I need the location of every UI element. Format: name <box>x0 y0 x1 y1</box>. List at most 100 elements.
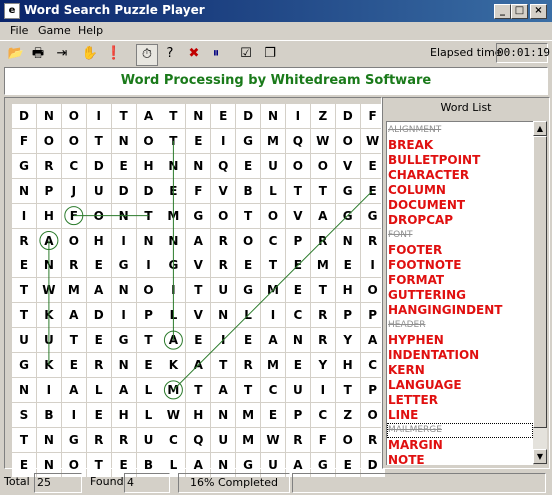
grid-cell[interactable]: B <box>236 178 261 203</box>
grid-cell[interactable]: T <box>285 178 310 203</box>
grid-cell[interactable]: E <box>12 253 36 278</box>
grid-cell[interactable]: N <box>186 104 211 128</box>
word-list-item[interactable]: DOCUMENT <box>387 198 533 213</box>
exit-button[interactable]: ⇥ <box>52 44 72 64</box>
grid-cell[interactable]: A <box>261 328 285 353</box>
grid-cell[interactable]: T <box>186 278 211 303</box>
grid-cell[interactable]: R <box>360 228 385 253</box>
grid-cell[interactable]: T <box>310 278 335 303</box>
grid-cell[interactable]: M <box>261 278 285 303</box>
grid-cell[interactable]: I <box>36 377 61 402</box>
grid-cell[interactable]: N <box>36 427 61 452</box>
grid-cell[interactable]: E <box>360 153 385 178</box>
window-button[interactable]: ❐ <box>260 44 280 64</box>
grid-cell[interactable]: R <box>86 427 111 452</box>
grid-cell[interactable]: N <box>12 178 36 203</box>
grid-cell[interactable]: I <box>12 203 36 228</box>
pause-button[interactable]: ⏸ <box>206 44 226 64</box>
grid-cell[interactable]: F <box>61 203 86 228</box>
grid-cell[interactable]: G <box>236 278 261 303</box>
menu-file[interactable]: File <box>10 24 28 37</box>
word-list-item[interactable]: ALIGNMENT <box>387 123 533 138</box>
minimize-button[interactable]: _ <box>494 4 511 19</box>
close-button[interactable]: × <box>530 4 547 19</box>
grid-cell[interactable]: A <box>136 104 161 128</box>
word-list-item[interactable]: BREAK <box>387 138 533 153</box>
grid-cell[interactable]: U <box>12 328 36 353</box>
word-list-item[interactable]: HEADER <box>387 318 533 333</box>
word-list-item[interactable]: INDENTATION <box>387 348 533 363</box>
grid-cell[interactable]: R <box>310 228 335 253</box>
grid-cell[interactable]: C <box>310 402 335 427</box>
grid-cell[interactable]: I <box>161 278 186 303</box>
grid-cell[interactable]: A <box>61 377 86 402</box>
grid-cell[interactable]: E <box>186 128 211 153</box>
grid-cell[interactable]: R <box>61 253 86 278</box>
grid-cell[interactable]: I <box>310 377 335 402</box>
grid-cell[interactable]: T <box>136 203 161 228</box>
timer-button[interactable]: ⏱ <box>136 44 158 66</box>
grid-cell[interactable]: S <box>12 402 36 427</box>
grid-cell[interactable]: O <box>61 128 86 153</box>
grid-cell[interactable]: M <box>261 128 285 153</box>
grid-cell[interactable]: K <box>161 353 186 377</box>
grid-cell[interactable]: H <box>335 278 360 303</box>
grid-cell[interactable]: T <box>12 303 36 328</box>
grid-cell[interactable]: T <box>335 377 360 402</box>
grid-cell[interactable]: V <box>186 303 211 328</box>
grid-cell[interactable]: T <box>261 253 285 278</box>
grid-cell[interactable]: E <box>285 253 310 278</box>
grid-cell[interactable]: E <box>86 402 111 427</box>
grid-cell[interactable]: I <box>61 402 86 427</box>
grid-cell[interactable]: W <box>310 128 335 153</box>
grid-cell[interactable]: I <box>86 104 111 128</box>
grid-cell[interactable]: O <box>36 128 61 153</box>
grid-cell[interactable]: D <box>136 178 161 203</box>
grid-cell[interactable]: A <box>310 203 335 228</box>
grid-cell[interactable]: P <box>285 228 310 253</box>
grid-cell[interactable]: P <box>360 303 385 328</box>
word-list-item[interactable]: FONT <box>387 228 533 243</box>
grid-cell[interactable]: R <box>211 253 236 278</box>
grid-cell[interactable]: H <box>86 228 111 253</box>
grid-cell[interactable]: E <box>285 353 310 377</box>
grid-cell[interactable]: E <box>285 278 310 303</box>
word-list-item[interactable]: COLUMN <box>387 183 533 198</box>
grid-cell[interactable]: G <box>236 128 261 153</box>
menu-help[interactable]: Help <box>78 24 103 37</box>
grid-cell[interactable]: U <box>261 153 285 178</box>
grid-cell[interactable]: D <box>86 153 111 178</box>
grid-cell[interactable]: N <box>111 353 136 377</box>
grid-cell[interactable]: E <box>335 253 360 278</box>
word-list-item[interactable]: MARGIN <box>387 438 533 453</box>
grid-cell[interactable]: R <box>285 427 310 452</box>
grid-cell[interactable]: O <box>136 278 161 303</box>
grid-cell[interactable]: T <box>12 278 36 303</box>
grid-cell[interactable]: T <box>136 328 161 353</box>
grid-cell[interactable]: C <box>360 353 385 377</box>
grid-cell[interactable]: W <box>360 128 385 153</box>
grid-cell[interactable]: D <box>111 178 136 203</box>
grid-cell[interactable]: D <box>236 104 261 128</box>
grid-cell[interactable]: T <box>86 128 111 153</box>
grid-cell[interactable]: T <box>161 104 186 128</box>
grid-cell[interactable]: N <box>186 153 211 178</box>
hand-button[interactable]: ✋ <box>80 44 100 64</box>
grid-cell[interactable]: O <box>360 278 385 303</box>
grid-cell[interactable]: M <box>310 253 335 278</box>
grid-cell[interactable]: R <box>12 228 36 253</box>
grid-cell[interactable]: Z <box>310 104 335 128</box>
grid-cell[interactable]: L <box>136 377 161 402</box>
grid-cell[interactable]: F <box>310 427 335 452</box>
grid-cell[interactable]: N <box>161 153 186 178</box>
grid-cell[interactable]: V <box>285 203 310 228</box>
grid-cell[interactable]: C <box>161 427 186 452</box>
grid-cell[interactable]: Q <box>285 128 310 153</box>
grid-cell[interactable]: C <box>285 303 310 328</box>
grid-cell[interactable]: G <box>186 203 211 228</box>
grid-cell[interactable]: P <box>285 402 310 427</box>
scroll-down-arrow-icon[interactable]: ▼ <box>533 449 547 464</box>
grid-cell[interactable]: K <box>36 353 61 377</box>
grid-cell[interactable]: G <box>12 353 36 377</box>
grid-cell[interactable]: M <box>261 353 285 377</box>
